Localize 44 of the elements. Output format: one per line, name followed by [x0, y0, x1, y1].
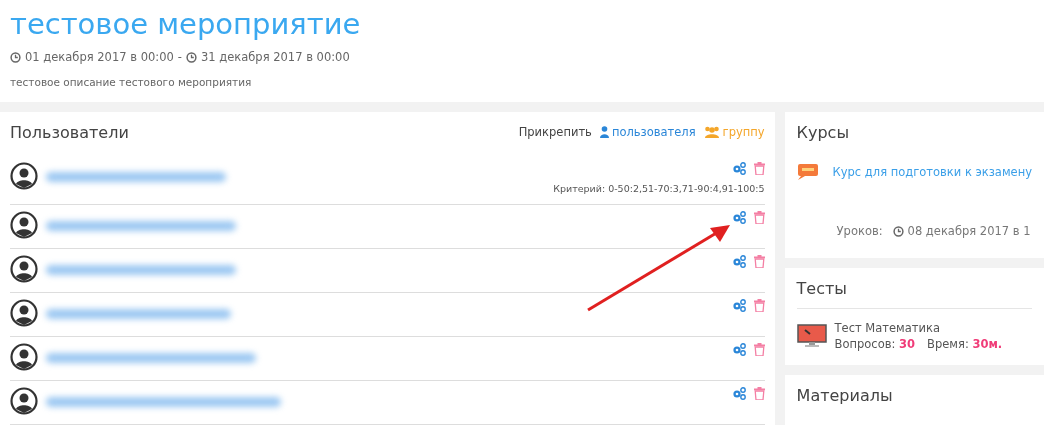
avatar-icon: [10, 343, 38, 371]
trash-icon[interactable]: [753, 299, 765, 312]
avatar-icon: [10, 162, 38, 190]
group-icon: [703, 126, 720, 138]
gears-icon[interactable]: [731, 211, 746, 224]
avatar-icon: [10, 299, 38, 327]
trash-icon[interactable]: [753, 387, 765, 400]
users-heading: Пользователи: [10, 122, 129, 142]
end-date: 31 декабря 2017 в 00:00: [200, 50, 350, 64]
gears-icon[interactable]: [731, 343, 746, 356]
test-name: Тест Математика: [834, 321, 941, 335]
course-date: 08 декабря 2017 в 1: [907, 224, 1031, 238]
gears-icon[interactable]: [731, 255, 746, 268]
criterion-text: Критерий: 0-50:2,51-70:3,71-90:4,91-100:5: [553, 183, 765, 194]
trash-icon[interactable]: [753, 255, 765, 268]
date-separator: -: [177, 50, 182, 64]
event-description: тестовое описание тестового мероприятия: [10, 76, 253, 88]
trash-icon[interactable]: [753, 162, 765, 175]
lessons-label: Уроков:: [836, 224, 883, 238]
clock-icon: [185, 51, 197, 63]
materials-heading: Материалы: [796, 385, 893, 405]
gears-icon[interactable]: [731, 162, 746, 175]
attach-label: Прикрепить: [518, 125, 592, 139]
attach-user-link[interactable]: пользователя: [599, 125, 696, 139]
monitor-icon: [796, 324, 827, 348]
chat-icon: [796, 163, 819, 181]
avatar-icon: [10, 255, 38, 283]
attach-group-link[interactable]: группу: [703, 125, 765, 139]
gears-icon[interactable]: [731, 299, 746, 312]
questions-count: Вопросов: 30: [834, 337, 916, 351]
course-link[interactable]: Курс для подготовки к экзамену: [832, 165, 1032, 179]
gears-icon[interactable]: [731, 387, 746, 400]
tests-heading: Тесты: [796, 278, 847, 298]
avatar-icon: [10, 211, 38, 239]
clock-icon: [10, 51, 21, 63]
trash-icon[interactable]: [753, 211, 765, 224]
avatar-icon: [10, 387, 38, 415]
courses-heading: Курсы: [796, 122, 849, 142]
event-title: тестовое мероприятие: [10, 6, 362, 42]
start-date: 01 декабря 2017 в 00:00: [25, 50, 174, 64]
user-icon: [599, 126, 609, 138]
test-time: Время: 30м.: [927, 337, 1003, 351]
trash-icon[interactable]: [753, 343, 765, 356]
clock-icon: [892, 225, 904, 237]
